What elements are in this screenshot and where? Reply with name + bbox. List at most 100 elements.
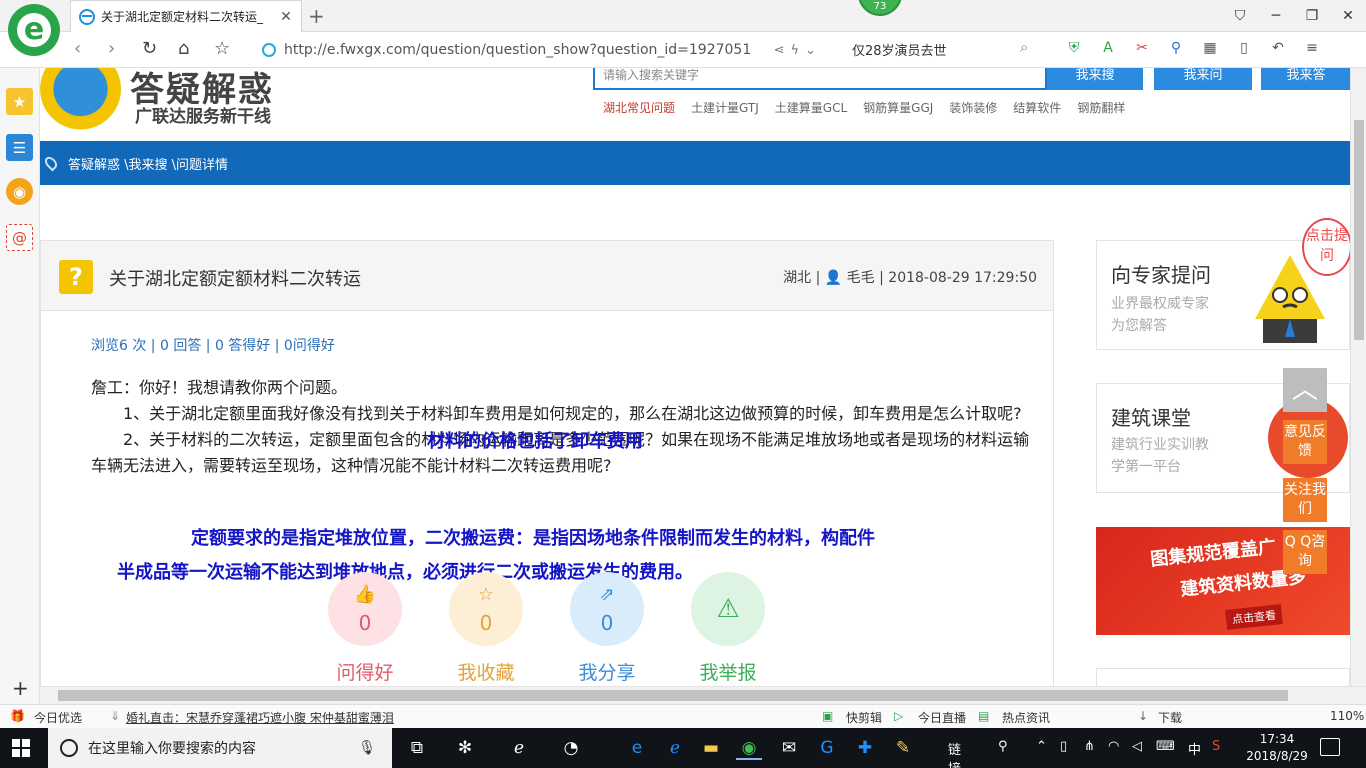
translate-icon[interactable]: A: [1098, 40, 1118, 56]
people-icon[interactable]: ⚲: [998, 739, 1008, 754]
quicklink[interactable]: 湖北常见问题: [603, 99, 675, 116]
next-card[interactable]: [1096, 668, 1350, 686]
forward-arrow-icon[interactable]: ›: [108, 38, 115, 59]
skin-icon[interactable]: ⛉: [1222, 0, 1258, 32]
browser-360-icon[interactable]: ◉: [736, 736, 762, 760]
task-view-icon[interactable]: ⧉: [404, 736, 430, 760]
fan-app-icon[interactable]: ✻: [452, 736, 478, 760]
follow-button[interactable]: 关注我们: [1283, 478, 1327, 522]
edge-icon[interactable]: ℯ: [506, 736, 532, 760]
status-hotnews[interactable]: 热点资讯: [1002, 709, 1050, 726]
qq-consult-button[interactable]: Q Q咨询: [1283, 530, 1327, 574]
taskbar-search[interactable]: 在这里输入你要搜索的内容 🎙: [48, 728, 392, 768]
action-favorite[interactable]: ☆ 0 我收藏: [449, 572, 523, 685]
vertical-scrollbar[interactable]: [1350, 68, 1366, 686]
action-circle[interactable]: ⚠: [691, 572, 765, 646]
refresh-icon[interactable]: ↻: [142, 38, 157, 59]
search-icon[interactable]: ⌕: [1020, 38, 1028, 56]
notification-icon[interactable]: [1320, 738, 1340, 756]
breadcrumb[interactable]: 答疑解惑 \我来搜 \问题详情: [68, 154, 228, 173]
ime-indicator[interactable]: 中: [1188, 739, 1201, 758]
scissors-icon[interactable]: ✂: [1132, 40, 1152, 56]
tab-close-icon[interactable]: ✕: [279, 9, 293, 25]
favorites-star-icon[interactable]: ★: [6, 88, 33, 115]
taskbar-clock[interactable]: 17:34 2018/8/29: [1246, 731, 1308, 765]
restore-button[interactable]: ❐: [1294, 0, 1330, 32]
banner-button[interactable]: 点击查看: [1225, 604, 1283, 630]
url-field[interactable]: http://e.fwxgx.com/question/question_sho…: [262, 38, 822, 62]
action-circle[interactable]: ☆ 0: [449, 572, 523, 646]
browser-logo-icon[interactable]: e: [8, 4, 60, 56]
chat-app-icon[interactable]: ◔: [558, 736, 584, 760]
new-tab-button[interactable]: +: [308, 4, 325, 28]
quicklink[interactable]: 土建算量GCL: [775, 99, 847, 116]
add-sidebar-icon[interactable]: +: [12, 676, 29, 700]
windows-start-icon[interactable]: [12, 739, 30, 757]
feedback-button[interactable]: 意见反馈: [1283, 420, 1327, 464]
menu-icon[interactable]: ≡: [1302, 40, 1322, 56]
glodon-icon[interactable]: G: [814, 736, 840, 760]
back-to-top-button[interactable]: ︿: [1283, 368, 1327, 412]
news-list-icon[interactable]: ☰: [6, 134, 33, 161]
close-window-button[interactable]: ✕: [1330, 0, 1366, 32]
sogou-icon[interactable]: S: [1212, 739, 1220, 754]
action-circle[interactable]: ⇗ 0: [570, 572, 644, 646]
status-live[interactable]: 今日直播: [918, 709, 966, 726]
search-hint-text[interactable]: 仅28岁演员去世: [852, 40, 947, 59]
undo-icon[interactable]: ↶: [1268, 40, 1288, 56]
action-report[interactable]: ⚠ 我举报: [691, 572, 765, 685]
author-name[interactable]: 毛毛: [847, 270, 875, 286]
action-share[interactable]: ⇗ 0 我分享: [570, 572, 644, 685]
status-download[interactable]: 下载: [1158, 709, 1182, 726]
site-search-input[interactable]: 请输入搜索关键字: [593, 68, 1047, 90]
ask-button[interactable]: 我来问: [1154, 68, 1252, 90]
ie-icon[interactable]: e: [624, 736, 650, 760]
magnifier-icon[interactable]: ⚲: [1166, 40, 1186, 56]
url-tools-icon[interactable]: ⋖ϟ⌄: [774, 43, 822, 58]
plus-app-icon[interactable]: ✚: [852, 736, 878, 760]
zoom-level[interactable]: 110%: [1330, 709, 1364, 723]
tablet-icon[interactable]: ▯: [1234, 40, 1254, 56]
click-to-ask-bubble[interactable]: 点击提问: [1302, 218, 1350, 276]
favorite-star-icon[interactable]: ☆: [214, 38, 230, 59]
network-icon[interactable]: ⋔: [1084, 739, 1095, 754]
answer-button[interactable]: 我来答: [1261, 68, 1350, 90]
mail-icon[interactable]: ✉: [776, 736, 802, 760]
email-at-icon[interactable]: @: [6, 224, 33, 251]
search-button[interactable]: 我来搜: [1047, 68, 1143, 90]
quicklink[interactable]: 钢筋算量GGJ: [863, 99, 933, 116]
star-icon: ☆: [477, 583, 495, 605]
battery-icon[interactable]: ▯: [1060, 739, 1067, 754]
tray-links[interactable]: 链接: [948, 739, 961, 768]
quicklink[interactable]: 钢筋翻样: [1077, 99, 1125, 116]
microphone-icon[interactable]: 🎙: [358, 740, 376, 756]
browser-tab[interactable]: 关于湖北定额定材料二次转运_ ✕: [70, 0, 302, 32]
wifi-icon[interactable]: ◠: [1108, 739, 1119, 754]
home-icon[interactable]: ⌂: [178, 38, 189, 59]
status-today[interactable]: 今日优选: [34, 709, 82, 726]
action-circle[interactable]: 👍 0: [328, 572, 402, 646]
status-news[interactable]: 婚礼直击：宋慧乔穿蓬裙巧遮小腹 宋仲基甜蜜薄泪: [126, 709, 394, 726]
action-good-question[interactable]: 👍 0 问得好: [328, 572, 402, 685]
quicklink[interactable]: 装饰装修: [949, 99, 997, 116]
shield-icon[interactable]: ⛨: [1064, 40, 1084, 56]
keyboard-icon[interactable]: ⌨: [1156, 739, 1175, 754]
folder-icon[interactable]: ▬: [698, 736, 724, 760]
quicklink[interactable]: 结算软件: [1013, 99, 1061, 116]
notification-badge[interactable]: 73: [858, 0, 902, 16]
apps-grid-icon[interactable]: ▦: [1200, 40, 1220, 56]
site-mascot-logo[interactable]: [40, 68, 130, 134]
horizontal-scrollbar[interactable]: [40, 686, 1366, 704]
ie-alt-icon[interactable]: ℯ: [662, 736, 688, 760]
quicklink[interactable]: 土建计量GTJ: [691, 99, 759, 116]
scroll-thumb[interactable]: [58, 690, 1288, 701]
weibo-icon[interactable]: ◉: [6, 178, 33, 205]
notepad-icon[interactable]: ✎: [890, 736, 916, 760]
tray-up-icon[interactable]: ⌃: [1036, 739, 1047, 754]
back-arrow-icon[interactable]: ‹: [74, 38, 81, 59]
volume-icon[interactable]: ◁: [1132, 739, 1142, 754]
scroll-thumb[interactable]: [1354, 120, 1364, 340]
region-link[interactable]: 湖北: [783, 270, 811, 286]
status-clip[interactable]: 快剪辑: [846, 709, 882, 726]
minimize-button[interactable]: ─: [1258, 0, 1294, 32]
